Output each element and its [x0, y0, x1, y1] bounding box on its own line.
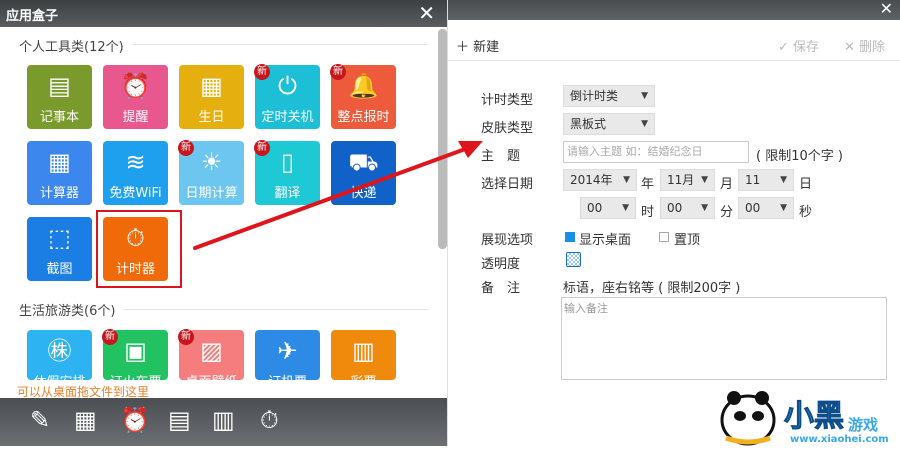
- new-badge: 新: [254, 64, 270, 80]
- new-badge: 新: [330, 64, 346, 80]
- new-badge: 新: [178, 329, 194, 345]
- new-badge: 新: [178, 140, 194, 156]
- red-arrow-annotation: [193, 141, 483, 250]
- new-badge: 新: [254, 140, 270, 156]
- new-badge: 新: [102, 329, 118, 345]
